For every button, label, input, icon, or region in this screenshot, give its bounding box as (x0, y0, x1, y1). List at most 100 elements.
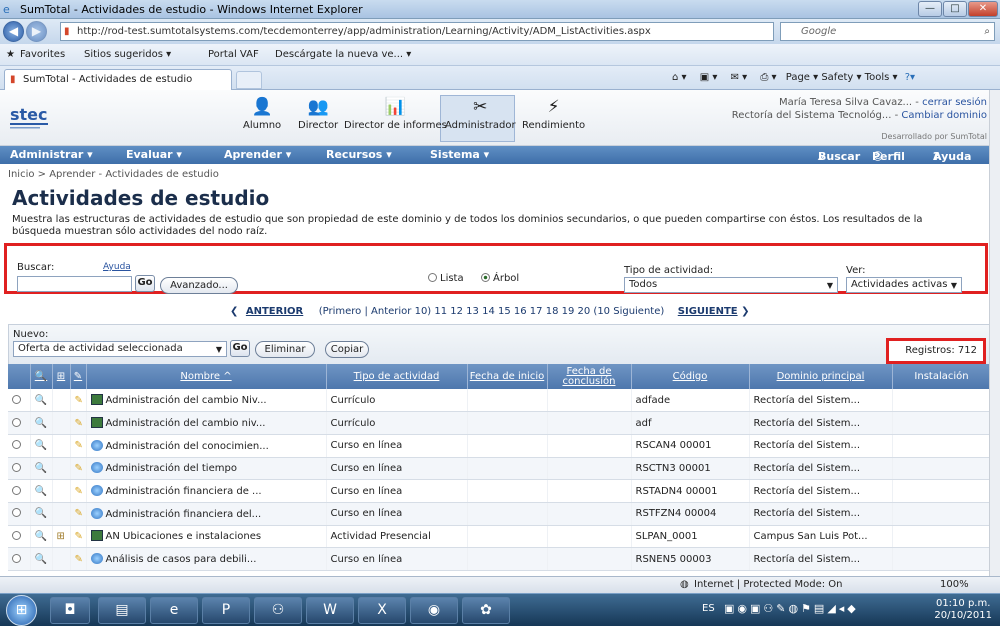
start-button[interactable]: ⊞ (6, 595, 37, 626)
avanzado-button[interactable]: Avanzado... (160, 277, 238, 294)
menu-administrar[interactable]: Administrar ▾ (10, 148, 93, 161)
powerpoint-taskbar-icon[interactable]: P (202, 597, 250, 624)
toolbar-rendimiento[interactable]: ⚡ Rendimiento (522, 96, 585, 131)
feeds-icon[interactable]: ▣ ▾ (700, 72, 718, 83)
toolbar-director-informes[interactable]: 📊 Director de informes (344, 96, 447, 131)
pencil-icon[interactable]: ✎ (75, 486, 83, 497)
menu-aprender[interactable]: Aprender ▾ (224, 148, 291, 161)
preview-icon[interactable]: 🔍 (35, 418, 47, 429)
activity-name-cell[interactable]: Administración del cambio Niv... (86, 389, 327, 413)
outlook-taskbar-icon[interactable]: ◘ (50, 597, 90, 624)
activity-name-cell[interactable]: AN Ubicaciones e instalaciones (86, 525, 327, 549)
forward-button[interactable]: ▶ (26, 21, 47, 42)
menu-sistema[interactable]: Sistema ▾ (430, 148, 489, 161)
paint-taskbar-icon[interactable]: ✿ (462, 597, 510, 624)
explorer-taskbar-icon[interactable]: ▤ (98, 597, 146, 624)
tray-icons[interactable]: ▣◉▣⚇✎◍⚑▤◢◂◆ (724, 602, 859, 615)
preview-icon[interactable]: 🔍 (35, 395, 47, 406)
table-row[interactable]: 🔍 ✎ Administración del cambio Niv... Curríc… (8, 389, 992, 413)
back-button[interactable]: ◀ (3, 21, 24, 42)
search-icon[interactable]: ⌕ (984, 23, 990, 40)
header-tipo[interactable]: Tipo de actividad (326, 364, 468, 389)
table-row[interactable]: 🔍 ⊞ ✎ AN Ubicaciones e instalaciones Activid… (8, 525, 992, 549)
radio-arbol[interactable] (481, 273, 490, 282)
row-select-radio[interactable] (12, 440, 21, 450)
clock[interactable]: 01:10 p.m. 20/10/2011 (934, 598, 992, 622)
row-select-radio[interactable] (12, 394, 21, 404)
help-icon[interactable]: ?▾ (905, 72, 915, 83)
vertical-scrollbar[interactable] (989, 90, 1000, 576)
pencil-icon[interactable]: ✎ (75, 531, 83, 542)
preview-icon[interactable]: 🔍 (35, 486, 47, 497)
preview-icon[interactable]: 🔍 (35, 463, 47, 474)
copiar-button[interactable]: Copiar (325, 341, 369, 358)
activity-name[interactable]: Análisis de casos para debili... (106, 554, 257, 565)
search-input[interactable]: Google ⌕ (780, 22, 995, 41)
lista-radio[interactable]: Lista (428, 273, 464, 284)
activity-name-cell[interactable]: Administración del tiempo (86, 457, 327, 481)
table-row[interactable]: 🔍 ✎ Administración financiera del... Curso … (8, 502, 992, 526)
address-bar[interactable]: ▮ http://rod-test.sumtotalsystems.com/te… (60, 22, 774, 41)
pencil-icon[interactable]: ✎ (75, 440, 83, 451)
network-taskbar-icon[interactable]: ⚇ (254, 597, 302, 624)
new-tab-button[interactable] (236, 71, 262, 89)
activity-name[interactable]: Administración financiera de ... (106, 486, 262, 497)
favorites-button[interactable]: Favorites (20, 49, 65, 60)
media-taskbar-icon[interactable]: ◉ (410, 597, 458, 624)
change-domain-link[interactable]: Cambiar dominio (901, 110, 987, 121)
preview-icon[interactable]: 🔍 (35, 508, 47, 519)
tipo-actividad-select[interactable]: Todos ▼ (624, 277, 838, 293)
page-links[interactable]: (Primero | Anterior 10) 11 12 13 14 15 1… (319, 306, 665, 317)
pencil-icon[interactable]: ✎ (75, 463, 83, 474)
activity-name[interactable]: Administración financiera del... (106, 509, 262, 520)
eliminar-button[interactable]: Eliminar (255, 341, 315, 358)
buscar-input[interactable] (17, 276, 132, 292)
header-nombre[interactable]: Nombre ^ (86, 364, 327, 389)
tab-active[interactable]: ▮ SumTotal - Actividades de estudio (4, 69, 232, 90)
toolbar-alumno[interactable]: 👤 Alumno (243, 96, 281, 131)
ver-select[interactable]: Actividades activas ▼ (846, 277, 962, 293)
pencil-icon[interactable]: ✎ (75, 508, 83, 519)
pencil-icon[interactable]: ✎ (75, 395, 83, 406)
preview-icon[interactable]: 🔍 (35, 554, 47, 565)
ayuda-link[interactable]: Ayuda (103, 262, 131, 272)
row-select-radio[interactable] (12, 417, 21, 427)
table-row[interactable]: 🔍 ✎ Administración del cambio niv... Curríc… (8, 411, 992, 435)
toolbar-director[interactable]: 👥 Director (298, 96, 338, 131)
activity-name-cell[interactable]: Administración financiera de ... (86, 479, 327, 503)
activity-name[interactable]: Administración del tiempo (106, 463, 237, 474)
minimize-button[interactable]: — (918, 1, 942, 17)
table-row[interactable]: 🔍 ✎ Administración del tiempo Curso en líne… (8, 457, 992, 481)
go-button[interactable]: Go (135, 275, 155, 292)
language-indicator[interactable]: ES (702, 603, 715, 614)
word-taskbar-icon[interactable]: W (306, 597, 354, 624)
preview-icon[interactable]: 🔍 (35, 440, 47, 451)
activity-name[interactable]: Administración del cambio niv... (106, 418, 266, 429)
descargate-link[interactable]: Descárgate la nueva ve... ▾ (275, 49, 411, 60)
row-select-radio[interactable] (12, 553, 21, 563)
activity-name-cell[interactable]: Análisis de casos para debili... (86, 547, 327, 571)
radio-lista[interactable] (428, 273, 437, 282)
activity-name-cell[interactable]: Administración del conocimien... (86, 434, 327, 458)
activity-name[interactable]: Administración del conocimien... (106, 441, 269, 452)
zoom-level[interactable]: 100% (940, 579, 969, 590)
maximize-button[interactable]: □ (943, 1, 967, 17)
logout-link[interactable]: cerrar sesión (922, 97, 987, 108)
pencil-icon[interactable]: ✎ (75, 554, 83, 565)
nuevo-go-button[interactable]: Go (230, 340, 250, 357)
header-codigo[interactable]: Código (631, 364, 750, 389)
table-row[interactable]: 🔍 ✎ Administración del conocimien... Curso … (8, 434, 992, 458)
sitios-sugeridos-link[interactable]: Sitios sugeridos ▾ (84, 49, 171, 60)
table-row[interactable]: 🔍 ✎ Administración financiera de ... Curso … (8, 479, 992, 503)
header-dominio[interactable]: Dominio principal (749, 364, 893, 389)
table-row[interactable]: 🔍 ✎ Análisis de casos para debili... Curso … (8, 547, 992, 571)
header-fecha-inicio[interactable]: Fecha de inicio (467, 364, 548, 389)
preview-icon[interactable]: 🔍 (35, 531, 47, 542)
anterior-link[interactable]: ANTERIOR (246, 306, 303, 317)
arbol-radio[interactable]: Árbol (481, 273, 519, 284)
activity-name-cell[interactable]: Administración financiera del... (86, 502, 327, 526)
siguiente-link[interactable]: SIGUIENTE (678, 306, 738, 317)
close-button[interactable]: ✕ (968, 1, 998, 17)
ie-taskbar-icon[interactable]: e (150, 597, 198, 624)
menu-recursos[interactable]: Recursos ▾ (326, 148, 392, 161)
